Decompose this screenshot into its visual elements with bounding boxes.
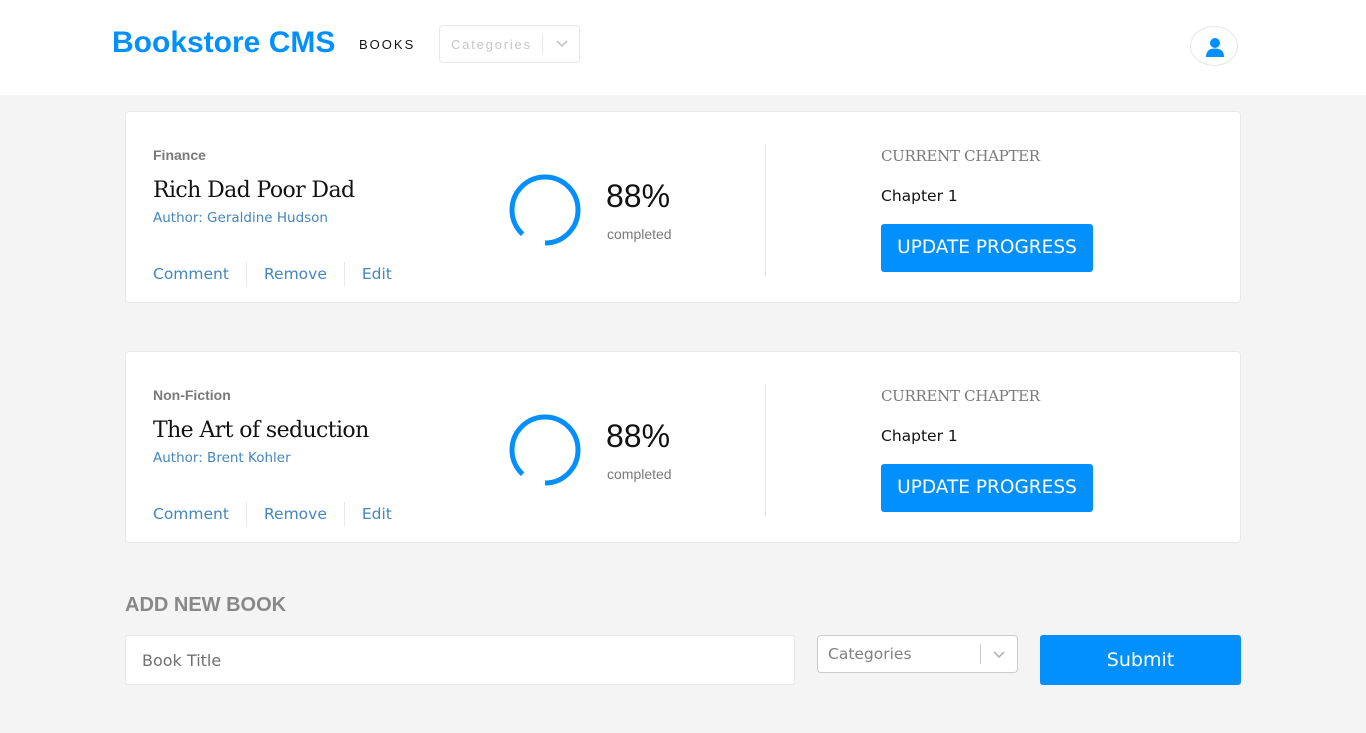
submit-button[interactable]: Submit (1040, 635, 1241, 685)
remove-button[interactable]: Remove (245, 502, 344, 526)
categories-filter-placeholder: Categories (451, 37, 532, 52)
chevron-down-icon (993, 651, 1005, 659)
categories-filter-select[interactable]: Categories (439, 25, 580, 63)
add-book-heading: ADD NEW BOOK (125, 594, 287, 616)
brand-title[interactable]: Bookstore CMS (112, 26, 335, 60)
select-separator (542, 34, 543, 54)
edit-button[interactable]: Edit (343, 502, 409, 526)
book-card: Finance Rich Dad Poor Dad Author: Gerald… (125, 111, 1241, 303)
book-actions: Comment Remove Edit (153, 262, 409, 286)
select-separator (980, 644, 981, 664)
progress-ring (509, 174, 581, 246)
book-card: Non-Fiction The Art of seduction Author:… (125, 351, 1241, 543)
chevron-down-icon (556, 40, 568, 48)
progress-completed-label: completed (607, 226, 672, 242)
progress-ring (509, 414, 581, 486)
current-chapter-label: CURRENT CHAPTER (881, 387, 1040, 405)
nav-link-books[interactable]: BOOKS (359, 37, 415, 52)
current-chapter-value: Chapter 1 (881, 187, 958, 205)
edit-button[interactable]: Edit (343, 262, 409, 286)
add-book-category-placeholder: Categories (828, 645, 912, 663)
progress-percent: 88% (606, 418, 671, 454)
current-chapter-label: CURRENT CHAPTER (881, 147, 1040, 165)
book-category: Finance (153, 147, 206, 163)
comment-button[interactable]: Comment (153, 262, 246, 286)
user-icon (1206, 38, 1224, 57)
update-progress-button[interactable]: UPDATE PROGRESS (881, 464, 1093, 512)
card-divider (765, 144, 766, 276)
book-author[interactable]: Author: Geraldine Hudson (153, 210, 328, 226)
book-title: Rich Dad Poor Dad (153, 178, 355, 203)
comment-button[interactable]: Comment (153, 502, 246, 526)
book-author[interactable]: Author: Brent Kohler (153, 450, 291, 466)
book-title: The Art of seduction (153, 418, 369, 443)
book-actions: Comment Remove Edit (153, 502, 409, 526)
progress-percent: 88% (606, 178, 671, 214)
update-progress-button[interactable]: UPDATE PROGRESS (881, 224, 1093, 272)
current-chapter-value: Chapter 1 (881, 427, 958, 445)
card-divider (765, 384, 766, 516)
add-book-category-select[interactable]: Categories (817, 635, 1018, 673)
progress-completed-label: completed (607, 466, 672, 482)
book-category: Non-Fiction (153, 387, 231, 403)
remove-button[interactable]: Remove (245, 262, 344, 286)
user-account-button[interactable] (1190, 26, 1238, 66)
navbar: Bookstore CMS BOOKS Categories (0, 0, 1366, 95)
book-title-input[interactable] (125, 635, 795, 685)
